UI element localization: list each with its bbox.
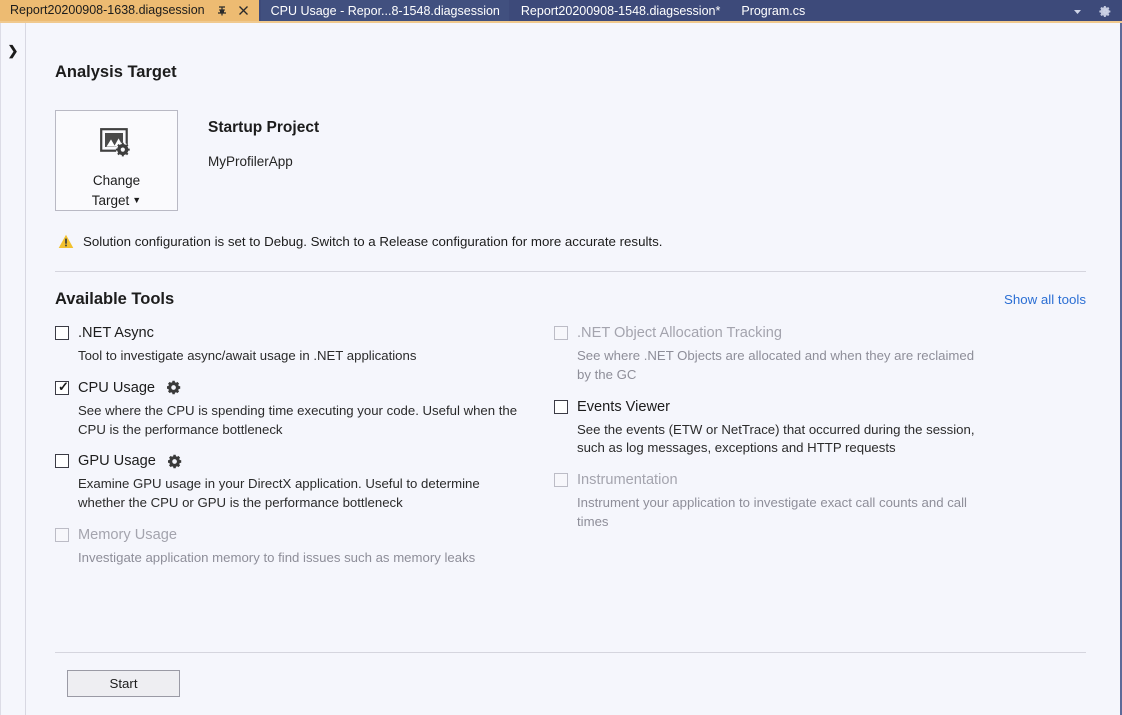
tab-label: Program.cs: [741, 5, 805, 18]
available-tools-section: Available Tools Show all tools .NET Asyn…: [55, 290, 1086, 582]
tool-memory-usage: Memory Usage Investigate application mem…: [55, 527, 532, 568]
tool-header: .NET Async: [55, 325, 532, 341]
chevron-down-icon[interactable]: [1070, 4, 1085, 19]
target-kind-label: Startup Project: [208, 119, 319, 137]
available-tools-header: Available Tools Show all tools: [55, 290, 1086, 309]
analysis-target-section: Analysis Target: [55, 23, 1086, 272]
page-title: Analysis Target: [55, 63, 1086, 82]
tool-events-viewer: Events Viewer See the events (ETW or Net…: [554, 399, 1086, 459]
tool-label[interactable]: .NET Async: [78, 325, 154, 341]
tool-header: .NET Object Allocation Tracking: [554, 325, 1086, 341]
tool-label: Instrumentation: [577, 472, 678, 488]
target-row: Change Target▼ Startup Project MyProfile…: [55, 110, 1086, 211]
target-project-name: MyProfilerApp: [208, 154, 319, 169]
tool-gpu-usage: GPU Usage Examine GPU usage in your Dire…: [55, 453, 532, 513]
tool-net-async: .NET Async Tool to investigate async/awa…: [55, 325, 532, 366]
warning-triangle-icon: [58, 234, 74, 249]
change-target-line2: Target: [92, 193, 130, 208]
tab-bar-controls: [1058, 0, 1122, 23]
tool-label[interactable]: GPU Usage: [78, 453, 156, 469]
tool-label[interactable]: CPU Usage: [78, 380, 155, 396]
gear-icon-gpu-usage[interactable]: [168, 454, 183, 469]
tab-actions: [216, 4, 250, 17]
start-button[interactable]: Start: [67, 670, 180, 697]
change-target-button[interactable]: Change Target▼: [55, 110, 178, 211]
tab-label: Report20200908-1638.diagsession: [10, 4, 205, 17]
tool-header: Events Viewer: [554, 399, 1086, 415]
checkbox-events-viewer[interactable]: [554, 400, 568, 414]
tab-cpu-usage-report[interactable]: CPU Usage - Repor...8-1548.diagsession: [261, 0, 509, 23]
gear-icon[interactable]: [1098, 4, 1113, 19]
tool-header: ✓ CPU Usage: [55, 380, 532, 396]
target-info: Startup Project MyProfilerApp: [208, 110, 319, 169]
warning-text: Solution configuration is set to Debug. …: [83, 234, 662, 249]
tool-label: Memory Usage: [78, 527, 177, 543]
configuration-warning: Solution configuration is set to Debug. …: [55, 234, 1086, 249]
tool-label[interactable]: Events Viewer: [577, 399, 670, 415]
gear-icon-cpu-usage[interactable]: [167, 380, 182, 395]
tool-description: Instrument your application to investiga…: [554, 494, 984, 531]
chevron-right-icon[interactable]: ❯: [8, 44, 19, 57]
tool-label: .NET Object Allocation Tracking: [577, 325, 782, 341]
tool-header: Memory Usage: [55, 527, 532, 543]
checkbox-net-async[interactable]: [55, 326, 69, 340]
checkbox-instrumentation: [554, 473, 568, 487]
tool-description: See where the CPU is spending time execu…: [55, 402, 520, 439]
tab-label: CPU Usage - Repor...8-1548.diagsession: [271, 5, 500, 18]
tool-header: GPU Usage: [55, 453, 532, 469]
left-gutter: ❯: [1, 23, 26, 715]
footer-divider: [55, 652, 1086, 653]
tab-report-1638[interactable]: Report20200908-1638.diagsession: [0, 0, 259, 23]
show-all-tools-link[interactable]: Show all tools: [1004, 292, 1086, 307]
tools-column-right: .NET Object Allocation Tracking See wher…: [554, 325, 1086, 582]
checkbox-memory-usage: [55, 528, 69, 542]
tab-report-1548[interactable]: Report20200908-1548.diagsession*: [511, 0, 729, 23]
tool-description: Tool to investigate async/await usage in…: [55, 347, 520, 366]
section-divider: [55, 271, 1086, 272]
tool-description: See where .NET Objects are allocated and…: [554, 347, 984, 384]
tool-header: Instrumentation: [554, 472, 1086, 488]
checkmark-icon: ✓: [58, 380, 69, 394]
tool-cpu-usage: ✓ CPU Usage See where the CPU is spendin…: [55, 380, 532, 440]
pin-icon[interactable]: [216, 4, 229, 17]
tool-instrumentation: Instrumentation Instrument your applicat…: [554, 472, 1086, 532]
tool-description: Examine GPU usage in your DirectX applic…: [55, 475, 520, 512]
tab-label: Report20200908-1548.diagsession*: [521, 5, 720, 18]
checkbox-gpu-usage[interactable]: [55, 454, 69, 468]
editor-tab-bar: Report20200908-1638.diagsession CPU Usag…: [0, 0, 1122, 23]
change-target-label: Change Target▼: [92, 171, 141, 210]
tab-program-cs[interactable]: Program.cs: [731, 0, 814, 23]
tools-grid: .NET Async Tool to investigate async/awa…: [55, 325, 1086, 582]
checkbox-net-object-allocation-tracking: [554, 326, 568, 340]
close-icon[interactable]: [237, 4, 250, 17]
checkbox-cpu-usage[interactable]: ✓: [55, 381, 69, 395]
vs-diagnostics-hub-window: Report20200908-1638.diagsession CPU Usag…: [0, 0, 1122, 715]
tool-description: See the events (ETW or NetTrace) that oc…: [554, 421, 984, 458]
dropdown-caret-icon[interactable]: ▼: [132, 195, 141, 205]
main-content: Analysis Target: [26, 23, 1120, 715]
image-settings-icon: [100, 128, 134, 160]
tool-description: Investigate application memory to find i…: [55, 549, 520, 568]
diagnostics-hub-body: ❯ Analysis Target: [0, 23, 1122, 715]
change-target-line1: Change: [93, 173, 140, 188]
tool-net-object-allocation-tracking: .NET Object Allocation Tracking See wher…: [554, 325, 1086, 385]
tools-column-left: .NET Async Tool to investigate async/awa…: [55, 325, 532, 582]
available-tools-title: Available Tools: [55, 290, 174, 309]
